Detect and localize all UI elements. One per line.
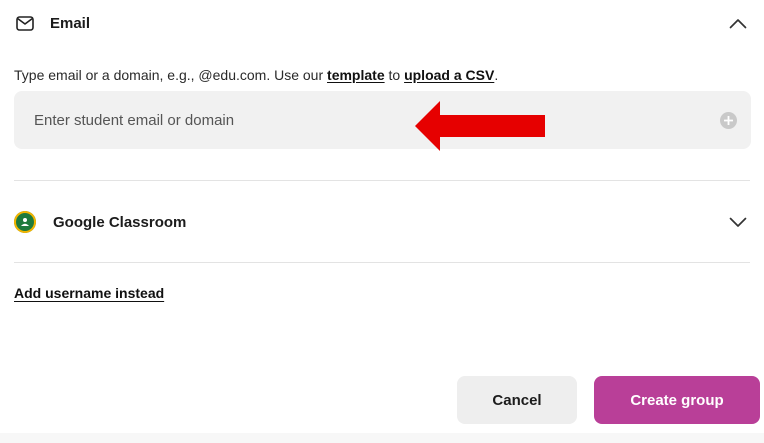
- google-classroom-icon: [14, 211, 36, 233]
- plus-icon: [724, 116, 733, 125]
- email-section-header[interactable]: Email: [14, 10, 750, 36]
- section-divider: [14, 262, 750, 263]
- upload-csv-link[interactable]: upload a CSV: [404, 67, 494, 83]
- annotation-arrow-icon: [415, 101, 545, 151]
- add-email-button[interactable]: [720, 112, 737, 129]
- help-middle: to: [384, 67, 405, 83]
- cancel-button[interactable]: Cancel: [457, 376, 577, 424]
- help-prefix: Type email or a domain, e.g., @edu.com. …: [14, 67, 328, 83]
- chevron-down-icon[interactable]: [728, 212, 748, 232]
- email-section-title: Email: [50, 14, 91, 32]
- add-username-link[interactable]: Add username instead: [14, 285, 164, 301]
- footer-shade: [0, 433, 764, 443]
- student-email-input[interactable]: [14, 91, 751, 149]
- email-help-text: Type email or a domain, e.g., @edu.com. …: [14, 67, 498, 83]
- email-input-container: [14, 91, 751, 149]
- create-group-button[interactable]: Create group: [594, 376, 760, 424]
- google-classroom-title: Google Classroom: [53, 213, 187, 231]
- chevron-up-icon[interactable]: [728, 13, 748, 33]
- create-group-dialog: Email Type email or a domain, e.g., @edu…: [0, 0, 764, 443]
- help-suffix: .: [494, 67, 499, 83]
- google-classroom-section-header[interactable]: Google Classroom: [14, 208, 750, 236]
- template-link[interactable]: template: [327, 67, 385, 83]
- mail-icon: [14, 12, 36, 34]
- section-divider: [14, 180, 750, 181]
